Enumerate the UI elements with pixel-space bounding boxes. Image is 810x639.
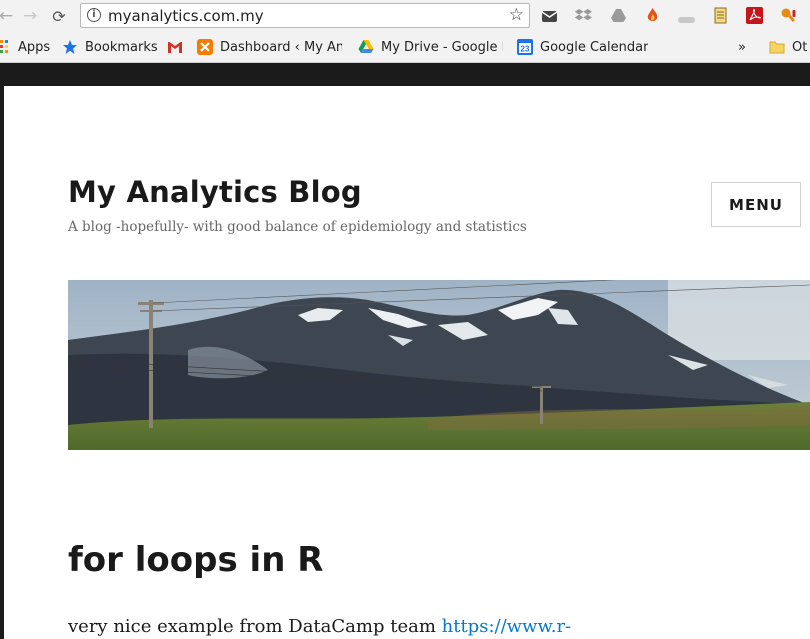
bookmark-apps[interactable]: Apps [0, 38, 50, 56]
notes-icon[interactable] [712, 7, 729, 24]
address-bar[interactable]: i myanalytics.com.my ☆ [80, 3, 530, 28]
overflow-chevron-icon[interactable]: » [738, 38, 746, 56]
xampp-icon [197, 39, 213, 55]
bookmark-star-icon[interactable]: ☆ [509, 5, 524, 25]
mail-icon[interactable] [541, 7, 558, 24]
bookmark-label: Bookmarks [85, 39, 158, 55]
bookmark-bookmarks[interactable]: Bookmarks [62, 38, 158, 56]
back-arrow-icon[interactable]: ← [0, 4, 18, 28]
forward-arrow-icon[interactable]: → [18, 4, 42, 28]
acrobat-icon[interactable] [746, 7, 763, 24]
gmail-icon [167, 39, 183, 55]
grey-extension-icon[interactable] [678, 11, 695, 23]
menu-button[interactable]: MENU [711, 182, 801, 227]
post-link[interactable]: https://www.r- [442, 616, 572, 637]
bookmark-dashboard[interactable]: Dashboard ‹ My Ana [197, 38, 342, 56]
site-info-icon[interactable]: i [87, 8, 101, 22]
page-frame-top [0, 63, 810, 86]
apps-grid-icon [0, 39, 11, 55]
address-bar-url[interactable]: myanalytics.com.my [108, 7, 264, 25]
dropbox-icon[interactable] [574, 7, 592, 24]
bookmark-label: Apps [18, 39, 51, 55]
reload-icon[interactable]: ⟳ [47, 4, 71, 28]
drive-extension-icon[interactable] [610, 7, 627, 24]
page-content: My Analytics Blog A blog -hopefully- wit… [4, 86, 810, 639]
google-calendar-icon: 23 [517, 39, 533, 55]
bookmark-label: Dashboard ‹ My Ana [220, 39, 342, 55]
bookmark-google-calendar[interactable]: 23 Google Calendar [517, 38, 648, 56]
bookmark-label: Google Calendar [540, 39, 649, 55]
post-title[interactable]: for loops in R [68, 540, 323, 580]
header-image [68, 280, 810, 450]
bookmark-other[interactable]: Ot [769, 38, 807, 56]
star-icon [62, 39, 78, 55]
post-body-text: very nice example from DataCamp team [68, 616, 442, 637]
bookmark-gmail[interactable] [167, 38, 190, 56]
calendar-day-number: 23 [521, 45, 530, 54]
bookmark-label: » [738, 39, 746, 55]
post-body: very nice example from DataCamp team htt… [68, 616, 571, 637]
flame-icon[interactable] [644, 7, 661, 24]
bookmark-label: Ot [792, 39, 808, 55]
site-tagline: A blog -hopefully- with good balance of … [68, 219, 527, 235]
bookmark-my-drive[interactable]: My Drive - Google D [358, 38, 503, 56]
bookmark-label: My Drive - Google D [381, 39, 503, 55]
bookmarks-bar: Apps Bookmarks Dashboard ‹ My Ana My Dri… [0, 32, 810, 63]
key-icon[interactable] [780, 7, 797, 24]
site-title[interactable]: My Analytics Blog [68, 175, 362, 209]
folder-icon [769, 39, 785, 55]
google-drive-icon [358, 39, 374, 55]
browser-toolbar: ← → ⟳ i myanalytics.com.my ☆ [0, 0, 810, 32]
